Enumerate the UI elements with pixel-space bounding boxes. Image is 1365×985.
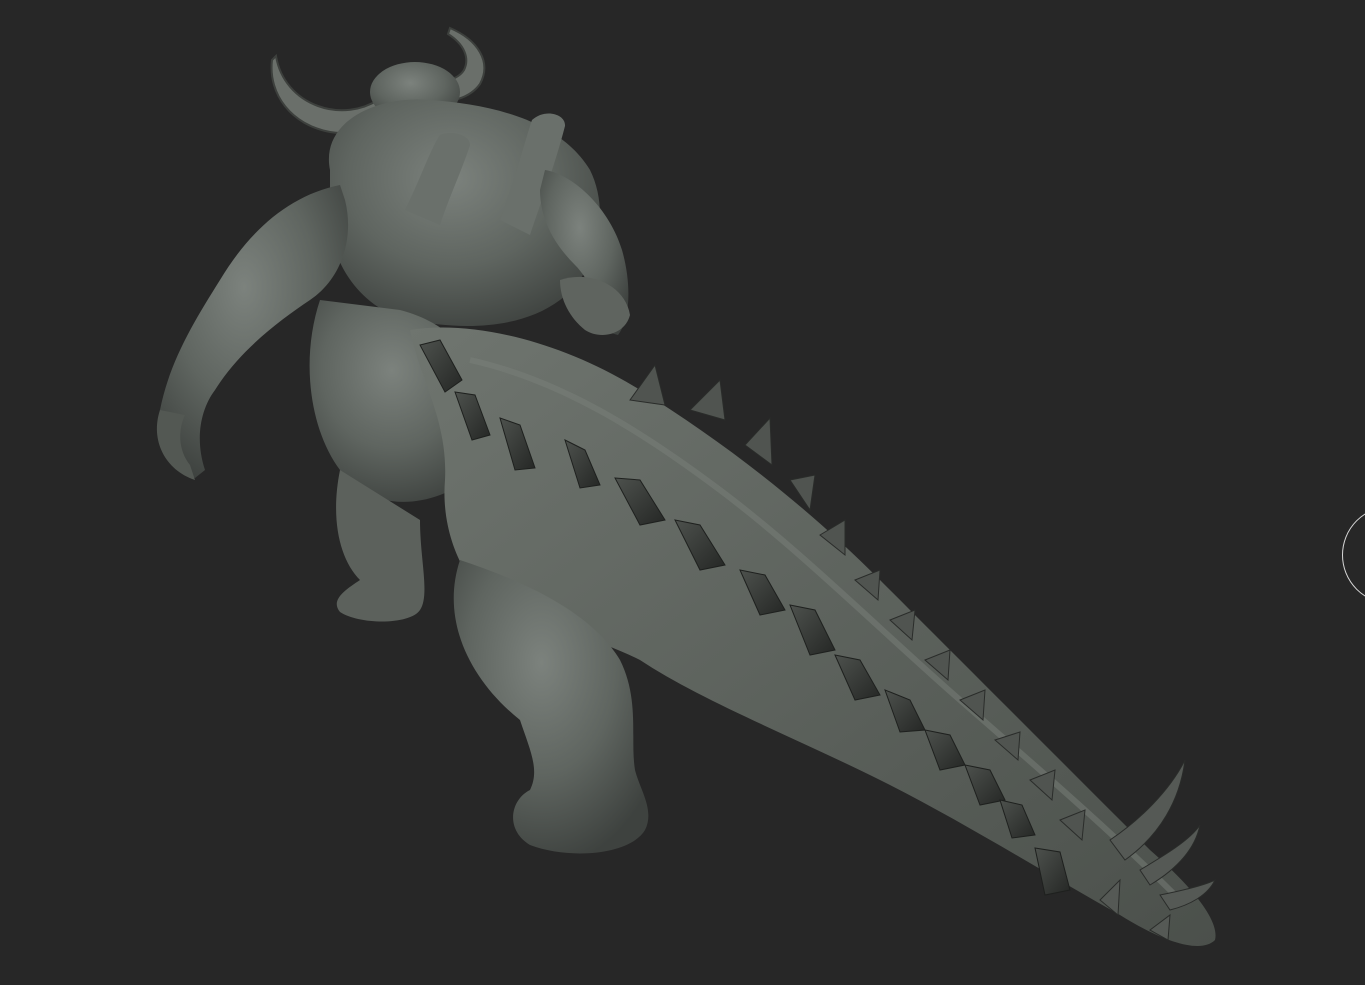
3d-viewport-canvas[interactable] — [0, 0, 1365, 985]
sculpted-creature-model[interactable] — [0, 0, 1365, 985]
